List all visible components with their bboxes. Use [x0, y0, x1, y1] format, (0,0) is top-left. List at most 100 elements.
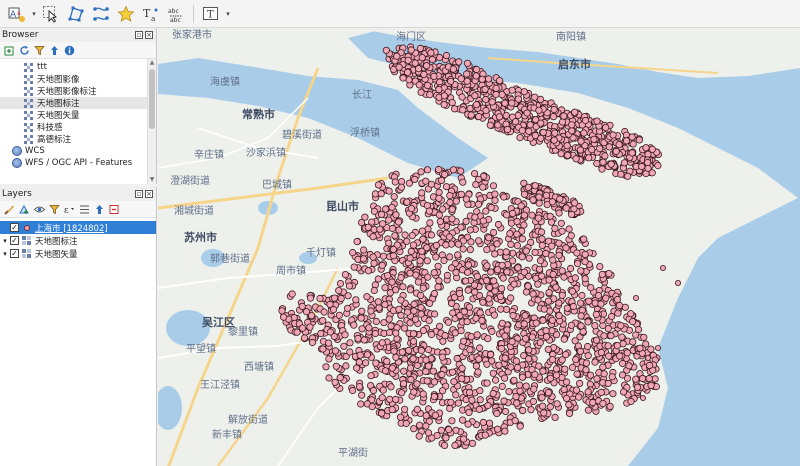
point-feature: [535, 106, 543, 114]
scrollbar-thumb[interactable]: [149, 69, 155, 129]
point-feature: [427, 180, 436, 188]
layer-visibility-checkbox[interactable]: ✓: [10, 249, 19, 258]
browser-scrollbar[interactable]: ▲ ▼: [147, 59, 156, 184]
point-feature: [494, 220, 503, 229]
point-feature: [402, 419, 410, 428]
select-feature-icon[interactable]: [40, 3, 62, 25]
browser-item[interactable]: WFS / OGC API - Features: [0, 157, 156, 169]
point-feature: [378, 409, 386, 417]
point-feature: [499, 274, 507, 282]
point-feature: [486, 350, 495, 359]
close-panel-icon[interactable]: ×: [145, 31, 153, 39]
globe-icon: [12, 158, 22, 168]
text-tool-icon[interactable]: Ta: [140, 3, 162, 25]
collapse-all-icon[interactable]: [48, 44, 60, 56]
point-feature: [367, 307, 375, 315]
layer-item[interactable]: ✓ 上海市 [1824802]: [0, 221, 156, 234]
layer-item[interactable]: ▾ ✓ 天地图标注: [0, 234, 156, 247]
expression-filter-icon[interactable]: ε: [63, 203, 75, 215]
browser-item[interactable]: 天地图影像标注: [0, 85, 156, 97]
text-annotation-icon[interactable]: T: [200, 3, 222, 25]
point-feature: [391, 232, 399, 240]
point-feature: [302, 308, 311, 316]
node-tool-icon[interactable]: [90, 3, 112, 25]
point-feature: [484, 401, 492, 410]
point-feature: [388, 203, 396, 211]
point-feature: [551, 413, 559, 421]
map-canvas[interactable]: 张家港市 海门区 南阳镇 启东市 长江 海虞镇 常熟市 碧溪街道 浮桥镇 辛庄镇 沙家浜镇 澄湖街道 巴…: [158, 28, 800, 466]
float-panel-icon[interactable]: ▫: [135, 31, 143, 39]
point-feature: [319, 316, 327, 325]
point-feature: [522, 247, 530, 255]
point-feature: [522, 382, 530, 390]
info-icon[interactable]: [63, 44, 75, 56]
point-feature: [490, 311, 498, 319]
filter-layer-icon[interactable]: [48, 203, 60, 215]
browser-item[interactable]: 高德标注: [0, 133, 156, 145]
globe-icon: [12, 146, 22, 156]
add-group-icon[interactable]: [18, 203, 30, 215]
expand-all-icon[interactable]: [78, 203, 90, 215]
point-feature: [620, 159, 628, 167]
point-feature: [542, 333, 551, 341]
layer-item[interactable]: ▾ ✓ 天地图矢量: [0, 247, 156, 260]
point-feature: [487, 203, 495, 212]
browser-item[interactable]: 天地图标注: [0, 97, 156, 109]
point-feature: [529, 196, 537, 204]
point-feature: [613, 341, 621, 350]
close-panel-icon[interactable]: ×: [145, 190, 153, 198]
refresh-icon[interactable]: [18, 44, 30, 56]
point-feature: [330, 294, 339, 302]
point-feature: [552, 371, 561, 379]
point-feature: [396, 413, 405, 421]
label-tool-icon[interactable]: Aa: [6, 3, 28, 25]
move-up-icon[interactable]: [93, 203, 105, 215]
point-feature: [422, 422, 430, 430]
label-pin-icon[interactable]: abc abc: [165, 3, 187, 25]
map-svg[interactable]: 张家港市 海门区 南阳镇启东市长江 海虞镇常熟市碧溪街道 浮桥镇辛庄镇 沙家浜镇澄湖街道 巴…: [158, 28, 800, 466]
scroll-down-icon[interactable]: ▼: [148, 176, 156, 184]
point-feature: [476, 387, 484, 395]
style-brush-icon[interactable]: [3, 203, 15, 215]
point-feature: [470, 281, 479, 289]
point-feature: [520, 320, 528, 328]
layer-visibility-checkbox[interactable]: ✓: [10, 236, 19, 245]
point-feature: [604, 324, 612, 333]
add-layer-icon[interactable]: [3, 44, 15, 56]
point-feature: [403, 198, 411, 206]
point-feature: [584, 388, 592, 396]
point-feature: [565, 225, 573, 233]
point-feature: [599, 158, 607, 166]
remove-layer-icon[interactable]: [108, 203, 120, 215]
point-feature: [567, 321, 575, 329]
point-feature: [397, 311, 405, 319]
point-feature: [514, 264, 522, 272]
point-feature: [544, 297, 552, 305]
float-panel-icon[interactable]: ▫: [135, 190, 143, 198]
point-feature: [374, 298, 382, 306]
point-feature: [298, 324, 307, 332]
expand-arrow-icon[interactable]: ▾: [0, 237, 10, 245]
scroll-up-icon[interactable]: ▲: [148, 59, 156, 67]
point-feature: [475, 344, 484, 352]
eye-icon[interactable]: [33, 203, 45, 215]
filter-icon[interactable]: [33, 44, 45, 56]
point-feature: [552, 283, 560, 291]
point-feature: [420, 70, 428, 79]
browser-item[interactable]: 天地图影像: [0, 73, 156, 85]
point-feature: [391, 178, 399, 186]
point-feature: [454, 399, 462, 407]
browser-item[interactable]: WCS: [0, 145, 156, 157]
label-tool-dropdown-icon[interactable]: ▾: [31, 3, 37, 25]
vertex-tool-icon[interactable]: [65, 3, 87, 25]
browser-item[interactable]: 天地图矢量: [0, 109, 156, 121]
point-feature: [484, 75, 493, 83]
expand-arrow-icon[interactable]: ▾: [0, 250, 10, 258]
browser-item[interactable]: ttt: [0, 61, 156, 73]
point-feature: [598, 270, 606, 278]
star-icon[interactable]: [115, 3, 137, 25]
point-feature: [534, 296, 542, 304]
browser-item[interactable]: 科技感: [0, 121, 156, 133]
layer-visibility-checkbox[interactable]: ✓: [10, 223, 19, 232]
annotation-dropdown-icon[interactable]: ▾: [225, 3, 231, 25]
